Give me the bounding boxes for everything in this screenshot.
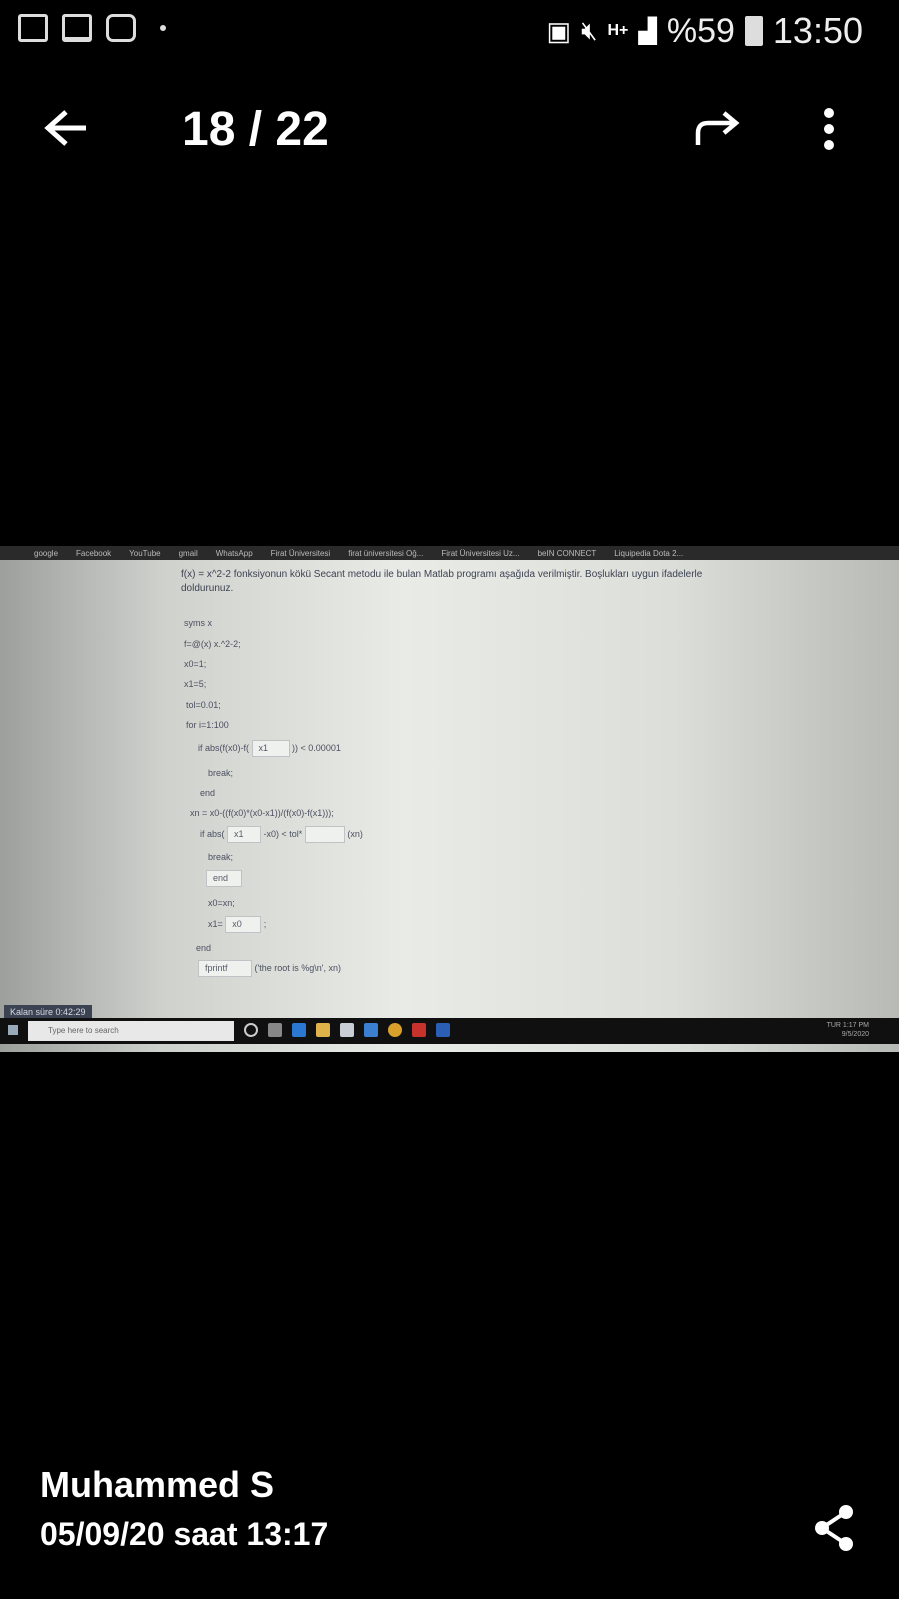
clock: 13:50 (772, 10, 863, 51)
sent-date: 05/09/20 saat 13:17 (40, 1516, 329, 1552)
code-line: tol=0.01; (186, 700, 221, 710)
code-text: ('the root is %g\n', xn) (254, 962, 341, 973)
back-arrow-icon[interactable] (44, 108, 88, 157)
gallery-icon (18, 14, 48, 42)
code-text: x1= (208, 918, 223, 929)
viewer-toolbar: 18 / 22 (0, 90, 899, 170)
task-view-icon (268, 1023, 282, 1037)
tray-clock: 1:17 PM (842, 1022, 869, 1029)
bookmark: firat üniversitesi Oğ... (348, 548, 424, 558)
battery-percentage: %59 (666, 11, 735, 50)
mute-icon: 🔇︎ (581, 15, 598, 45)
system-icons: ▣ 🔇︎ H+ ▟ %59 13:50 (547, 10, 864, 52)
code-line: x0=xn; (208, 898, 235, 908)
code-line: break; (208, 768, 234, 778)
bookmark: beIN CONNECT (537, 548, 597, 558)
forward-icon[interactable] (694, 104, 740, 158)
blank-field[interactable]: x1 (227, 826, 262, 843)
sender-name: Muhammed S (40, 1464, 275, 1505)
status-bar: ▣ 🔇︎ H+ ▟ %59 13:50 (0, 0, 899, 64)
battery-icon (744, 16, 763, 46)
chrome-icon (388, 1023, 402, 1037)
code-text: )) < 0.00001 (292, 742, 341, 753)
code-line: f=@(x) x.^2-2; (184, 639, 241, 649)
system-tray: TUR 1:17 PM 9/5/2020 (827, 1021, 869, 1039)
code-line: xn = x0-((f(x0)*(x0-x1))/(f(x0)-f(x1))); (190, 808, 334, 818)
blank-field[interactable]: x1 (251, 740, 290, 757)
bookmark: YouTube (129, 548, 161, 558)
bookmark: Liquipedia Dota 2... (614, 548, 684, 558)
code-line: end (206, 870, 242, 887)
bookmark: Firat Üniversitesi Uz... (441, 548, 520, 558)
windows-icon (8, 1025, 18, 1035)
bookmark: Firat Üniversitesi (270, 548, 331, 558)
code-line: break; (208, 852, 234, 862)
more-notifications-icon (160, 25, 166, 31)
cortana-icon (244, 1023, 258, 1037)
bookmark: google (34, 548, 59, 558)
blank-field[interactable]: fprintf (198, 960, 252, 977)
more-options-icon[interactable] (822, 108, 836, 156)
store-icon (340, 1023, 354, 1037)
code-line: end (200, 788, 216, 798)
share-icon[interactable] (812, 1504, 856, 1557)
blank-field[interactable]: end (206, 870, 242, 887)
bookmarks-bar: google Facebook YouTube gmail WhatsApp F… (0, 546, 899, 560)
code-text: if abs(f(x0)-f( (198, 742, 250, 753)
taskbar-apps (244, 1023, 450, 1037)
mail-icon (364, 1023, 378, 1037)
laptop-icon (62, 14, 92, 42)
tray-date: 9/5/2020 (841, 1031, 869, 1038)
code-line: x1=5; (184, 679, 207, 689)
notification-icons (18, 14, 166, 42)
remaining-time: Kalan süre 0:42:29 (4, 1005, 92, 1019)
code-text: (xn) (347, 828, 363, 839)
word-icon (436, 1023, 450, 1037)
photo-image[interactable]: google Facebook YouTube gmail WhatsApp F… (0, 546, 899, 1052)
code-line: end (196, 943, 212, 953)
image-counter: 18 / 22 (182, 103, 329, 156)
signal-icon: ▟ (638, 17, 657, 45)
question-text: f(x) = x^2-2 fonksiyonun kökü Secant met… (181, 569, 703, 594)
code-text: -x0) < tol* (263, 828, 303, 839)
code-line: syms x (184, 618, 212, 628)
blank-field[interactable]: x0 (225, 916, 262, 933)
bookmark: Facebook (76, 548, 112, 558)
code-line: x0=1; (184, 659, 207, 669)
edge-icon (292, 1023, 306, 1037)
taskbar-search: Type here to search (28, 1021, 234, 1041)
code-text: ; (263, 918, 267, 929)
bookmark: gmail (178, 548, 198, 558)
battery-saver-icon: ▣ (546, 15, 572, 46)
blank-field[interactable] (304, 826, 345, 843)
network-type: H+ (607, 22, 629, 39)
acrobat-icon (412, 1023, 426, 1037)
windows-taskbar: Type here to search TUR 1:17 PM 9/5/2020 (0, 1018, 899, 1044)
code-line: x1= x0 ; (208, 916, 266, 933)
language-indicator: TUR (826, 1022, 841, 1029)
code-line: for i=1:100 (186, 720, 229, 730)
file-explorer-icon (316, 1023, 330, 1037)
bookmark: WhatsApp (215, 548, 253, 558)
code-text: if abs( (200, 828, 225, 839)
code-line: fprintf ('the root is %g\n', xn) (198, 960, 341, 977)
instagram-icon (106, 14, 136, 42)
code-line: if abs(f(x0)-f( x1 )) < 0.00001 (198, 740, 341, 757)
code-line: if abs( x1 -x0) < tol* (xn) (200, 826, 363, 843)
